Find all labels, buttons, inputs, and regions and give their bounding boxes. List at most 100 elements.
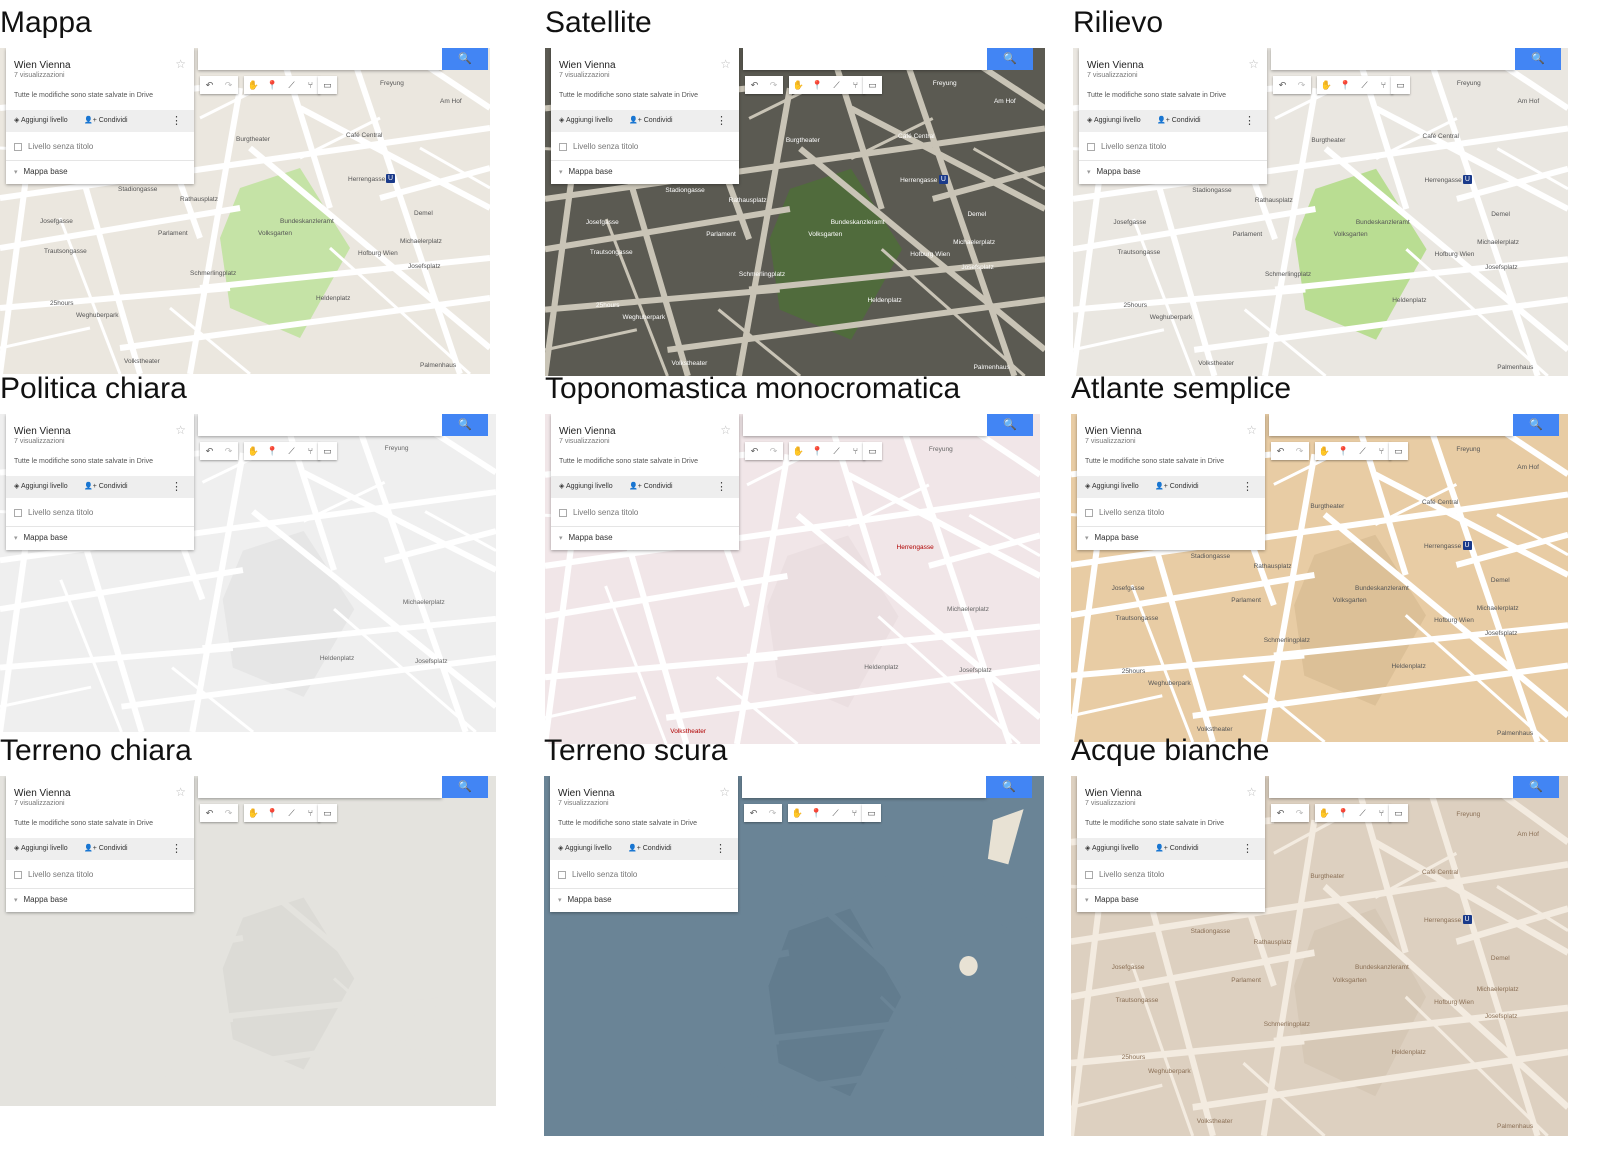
- search-button[interactable]: 🔍: [1513, 414, 1559, 436]
- star-icon[interactable]: ☆: [1246, 785, 1257, 799]
- add-layer-button[interactable]: ◈ Aggiungi livello: [14, 482, 68, 490]
- search-button[interactable]: 🔍: [442, 414, 488, 436]
- draw-line-icon[interactable]: ⟋: [827, 442, 846, 460]
- layer-checkbox[interactable]: [558, 870, 566, 879]
- more-options-icon[interactable]: ⋮: [171, 842, 182, 855]
- search-input[interactable]: [198, 48, 442, 70]
- draw-line-icon[interactable]: ⟋: [1353, 442, 1372, 460]
- star-icon[interactable]: ☆: [1248, 57, 1259, 71]
- add-layer-button[interactable]: ◈ Aggiungi livello: [1085, 844, 1139, 852]
- ruler-icon[interactable]: ▭: [1391, 76, 1410, 94]
- search-button[interactable]: 🔍: [1515, 48, 1561, 70]
- redo-icon[interactable]: ↷: [764, 76, 783, 94]
- hand-tool-icon[interactable]: ✋: [789, 76, 808, 94]
- undo-icon[interactable]: ↶: [1273, 76, 1292, 94]
- star-icon[interactable]: ☆: [720, 423, 731, 437]
- marker-icon[interactable]: 📍: [807, 804, 826, 822]
- search-input[interactable]: [742, 776, 986, 798]
- redo-icon[interactable]: ↷: [764, 442, 783, 460]
- hand-tool-icon[interactable]: ✋: [1317, 76, 1336, 94]
- hand-tool-icon[interactable]: ✋: [244, 804, 263, 822]
- draw-line-icon[interactable]: ⟋: [827, 76, 846, 94]
- search-input[interactable]: [1269, 414, 1513, 436]
- layer-checkbox[interactable]: [14, 142, 22, 151]
- star-icon[interactable]: ☆: [175, 57, 186, 71]
- more-options-icon[interactable]: ⋮: [715, 842, 726, 855]
- ruler-icon[interactable]: ▭: [1389, 442, 1408, 460]
- hand-tool-icon[interactable]: ✋: [789, 442, 808, 460]
- marker-icon[interactable]: 📍: [1336, 76, 1355, 94]
- marker-icon[interactable]: 📍: [808, 442, 827, 460]
- star-icon[interactable]: ☆: [175, 785, 186, 799]
- map-title[interactable]: Wien Vienna: [559, 60, 616, 71]
- redo-icon[interactable]: ↷: [1292, 76, 1311, 94]
- layer-checkbox[interactable]: [559, 142, 567, 151]
- undo-icon[interactable]: ↶: [200, 442, 219, 460]
- star-icon[interactable]: ☆: [1246, 423, 1257, 437]
- share-button[interactable]: 👤+ Condividi: [629, 482, 673, 490]
- search-button[interactable]: 🔍: [1513, 776, 1559, 798]
- layer-item[interactable]: Livello senza titolo: [14, 870, 93, 879]
- marker-icon[interactable]: 📍: [1334, 804, 1353, 822]
- undo-icon[interactable]: ↶: [745, 76, 764, 94]
- search-input[interactable]: [198, 776, 442, 798]
- base-map-item[interactable]: ▾ Mappa base: [1085, 533, 1139, 542]
- map-title[interactable]: Wien Vienna: [559, 426, 616, 437]
- layer-item[interactable]: Livello senza titolo: [559, 142, 638, 151]
- more-options-icon[interactable]: ⋮: [716, 114, 727, 127]
- layer-item[interactable]: Livello senza titolo: [14, 142, 93, 151]
- ruler-icon[interactable]: ▭: [318, 76, 337, 94]
- base-map-item[interactable]: ▾ Mappa base: [14, 895, 68, 904]
- layer-item[interactable]: Livello senza titolo: [1085, 870, 1164, 879]
- more-options-icon[interactable]: ⋮: [171, 114, 182, 127]
- undo-icon[interactable]: ↶: [744, 804, 763, 822]
- share-button[interactable]: 👤+ Condividi: [1157, 116, 1201, 124]
- add-layer-button[interactable]: ◈ Aggiungi livello: [559, 482, 613, 490]
- layer-checkbox[interactable]: [1087, 142, 1095, 151]
- more-options-icon[interactable]: ⋮: [1242, 842, 1253, 855]
- hand-tool-icon[interactable]: ✋: [244, 442, 263, 460]
- redo-icon[interactable]: ↷: [219, 804, 238, 822]
- layer-checkbox[interactable]: [559, 508, 567, 517]
- base-map-item[interactable]: ▾ Mappa base: [1087, 167, 1141, 176]
- base-map-item[interactable]: ▾ Mappa base: [559, 533, 613, 542]
- map-title[interactable]: Wien Vienna: [1087, 60, 1144, 71]
- marker-icon[interactable]: 📍: [808, 76, 827, 94]
- map-title[interactable]: Wien Vienna: [558, 788, 615, 799]
- share-button[interactable]: 👤+ Condividi: [628, 844, 672, 852]
- hand-tool-icon[interactable]: ✋: [244, 76, 263, 94]
- draw-line-icon[interactable]: ⟋: [1355, 76, 1374, 94]
- search-button[interactable]: 🔍: [987, 414, 1033, 436]
- add-layer-button[interactable]: ◈ Aggiungi livello: [1087, 116, 1141, 124]
- redo-icon[interactable]: ↷: [219, 442, 238, 460]
- draw-line-icon[interactable]: ⟋: [1353, 804, 1372, 822]
- ruler-icon[interactable]: ▭: [318, 804, 337, 822]
- add-layer-button[interactable]: ◈ Aggiungi livello: [14, 844, 68, 852]
- layer-item[interactable]: Livello senza titolo: [558, 870, 637, 879]
- layer-checkbox[interactable]: [1085, 870, 1093, 879]
- star-icon[interactable]: ☆: [175, 423, 186, 437]
- map-view-1[interactable]: Freyung Herrengasse Michaelerplatz Heldenpl…: [545, 48, 1045, 376]
- ruler-icon[interactable]: ▭: [1389, 804, 1408, 822]
- undo-icon[interactable]: ↶: [200, 804, 219, 822]
- add-layer-button[interactable]: ◈ Aggiungi livello: [559, 116, 613, 124]
- layer-checkbox[interactable]: [14, 508, 22, 517]
- add-layer-button[interactable]: ◈ Aggiungi livello: [14, 116, 68, 124]
- map-view-7[interactable]: Wien Vienna 7 visualizzazioni ☆ Tutte le…: [544, 776, 1044, 1136]
- map-view-6[interactable]: Wien Vienna 7 visualizzazioni ☆ Tutte le…: [0, 776, 496, 1106]
- layer-checkbox[interactable]: [1085, 508, 1093, 517]
- undo-icon[interactable]: ↶: [745, 442, 764, 460]
- draw-line-icon[interactable]: ⟋: [282, 442, 301, 460]
- more-options-icon[interactable]: ⋮: [1242, 480, 1253, 493]
- layer-item[interactable]: Livello senza titolo: [14, 508, 93, 517]
- marker-icon[interactable]: 📍: [263, 804, 282, 822]
- base-map-item[interactable]: ▾ Mappa base: [14, 533, 68, 542]
- map-title[interactable]: Wien Vienna: [14, 788, 71, 799]
- map-title[interactable]: Wien Vienna: [14, 60, 71, 71]
- base-map-item[interactable]: ▾ Mappa base: [558, 895, 612, 904]
- marker-icon[interactable]: 📍: [1334, 442, 1353, 460]
- redo-icon[interactable]: ↷: [219, 76, 238, 94]
- undo-icon[interactable]: ↶: [1271, 804, 1290, 822]
- search-button[interactable]: 🔍: [986, 776, 1032, 798]
- marker-icon[interactable]: 📍: [263, 442, 282, 460]
